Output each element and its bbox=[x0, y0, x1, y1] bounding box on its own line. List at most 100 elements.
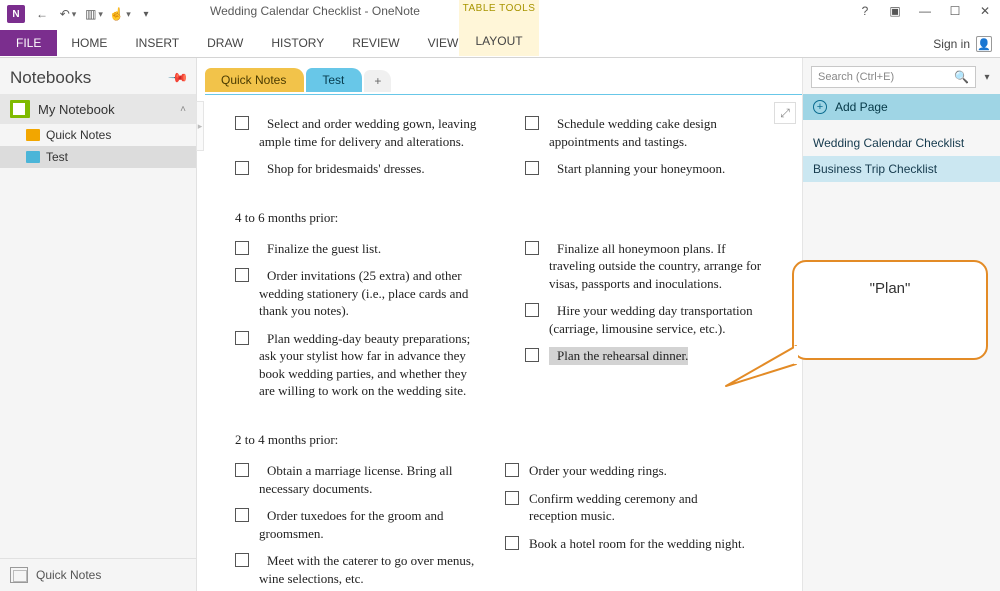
search-icon[interactable]: 🔍 bbox=[954, 70, 969, 84]
notebooks-panel: Notebooks 📌 My Notebook ˄ Quick Notes Te… bbox=[0, 58, 197, 591]
tab-history[interactable]: HISTORY bbox=[257, 30, 338, 56]
check-item[interactable]: Confirm wedding ceremony and reception m… bbox=[505, 490, 745, 525]
back-button[interactable]: ← bbox=[30, 2, 54, 26]
section-tab-new[interactable]: + bbox=[364, 70, 391, 92]
check-item[interactable]: Finalize all honeymoon plans. If traveli… bbox=[525, 240, 775, 293]
maximize-button[interactable]: ☐ bbox=[940, 0, 970, 22]
section-tab-test[interactable]: Test bbox=[306, 68, 362, 92]
callout-pointer-icon bbox=[736, 334, 816, 394]
titlebar: N ← ↶▾ ▥▾ ☝▾ ▾ Wedding Calendar Checklis… bbox=[0, 0, 1000, 58]
checkbox[interactable] bbox=[235, 268, 249, 282]
search-scope-dropdown[interactable]: ▾ bbox=[980, 66, 994, 88]
add-page-button[interactable]: + Add Page bbox=[803, 94, 1000, 120]
check-item[interactable]: Hire your wedding day transportation (ca… bbox=[525, 302, 775, 337]
tab-review[interactable]: REVIEW bbox=[338, 30, 413, 56]
check-item[interactable]: Book a hotel room for the wedding night. bbox=[505, 535, 745, 553]
checkbox[interactable] bbox=[235, 463, 249, 477]
check-text: Meet with the caterer to go over menus, … bbox=[259, 552, 485, 587]
checkbox[interactable] bbox=[235, 553, 249, 567]
section-icon bbox=[26, 151, 40, 163]
check-item[interactable]: Order invitations (25 extra) and other w… bbox=[235, 267, 485, 320]
check-text: Order your wedding rings. bbox=[529, 462, 667, 480]
checkbox[interactable] bbox=[235, 331, 249, 345]
section-icon bbox=[26, 129, 40, 141]
check-text-highlighted: Plan the rehearsal dinner. bbox=[549, 347, 688, 365]
tab-view[interactable]: VIEW bbox=[414, 30, 473, 56]
checkbox[interactable] bbox=[505, 463, 519, 477]
window-title: Wedding Calendar Checklist - OneNote bbox=[210, 4, 420, 18]
check-item[interactable]: Obtain a marriage license. Bring all nec… bbox=[235, 462, 485, 497]
check-text: Order tuxedoes for the groom and groomsm… bbox=[259, 507, 485, 542]
search-placeholder: Search (Ctrl+E) bbox=[818, 71, 894, 83]
ribbon-tabs: FILE HOME INSERT DRAW HISTORY REVIEW VIE… bbox=[0, 26, 472, 56]
check-text: Obtain a marriage license. Bring all nec… bbox=[259, 462, 485, 497]
checkbox[interactable] bbox=[525, 348, 539, 362]
notebooks-title: Notebooks bbox=[10, 68, 91, 88]
check-item[interactable]: Order your wedding rings. bbox=[505, 462, 745, 480]
quick-notes-footer[interactable]: Quick Notes bbox=[0, 558, 196, 591]
check-text: Hire your wedding day transportation (ca… bbox=[549, 302, 775, 337]
add-page-label: Add Page bbox=[835, 100, 888, 114]
check-item[interactable]: Shop for bridesmaids' dresses. bbox=[235, 160, 485, 178]
check-text: Confirm wedding ceremony and reception m… bbox=[529, 490, 745, 525]
check-text: Finalize the guest list. bbox=[259, 240, 381, 258]
checkbox[interactable] bbox=[505, 491, 519, 505]
sign-in[interactable]: Sign in 👤 bbox=[933, 36, 992, 52]
tab-insert[interactable]: INSERT bbox=[121, 30, 193, 56]
checkbox[interactable] bbox=[525, 241, 539, 255]
check-item[interactable]: Start planning your honeymoon. bbox=[525, 160, 775, 178]
touch-button[interactable]: ☝▾ bbox=[108, 2, 132, 26]
checkbox[interactable] bbox=[525, 303, 539, 317]
checkbox[interactable] bbox=[235, 116, 249, 130]
window-controls: ? ▣ — ☐ ✕ bbox=[850, 0, 1000, 22]
check-item[interactable]: Order tuxedoes for the groom and groomsm… bbox=[235, 507, 485, 542]
annotation-callout: "Plan" bbox=[792, 260, 988, 360]
chevron-up-icon: ˄ bbox=[180, 104, 186, 115]
checkbox[interactable] bbox=[525, 161, 539, 175]
context-tab-group: TABLE TOOLS bbox=[459, 0, 539, 14]
check-item[interactable]: Schedule wedding cake design appointment… bbox=[525, 115, 775, 150]
check-text: Schedule wedding cake design appointment… bbox=[549, 115, 775, 150]
callout-text: "Plan" bbox=[870, 280, 911, 297]
section-tab-quick-notes[interactable]: Quick Notes bbox=[205, 68, 304, 92]
pin-icon[interactable]: 📌 bbox=[167, 67, 190, 90]
notebook-name: My Notebook bbox=[38, 102, 115, 117]
check-text: Start planning your honeymoon. bbox=[549, 160, 725, 178]
check-text: Select and order wedding gown, leaving a… bbox=[259, 115, 485, 150]
sign-in-label: Sign in bbox=[933, 37, 970, 51]
checkbox[interactable] bbox=[235, 241, 249, 255]
checkbox[interactable] bbox=[235, 508, 249, 522]
notebook-item[interactable]: My Notebook ˄ bbox=[0, 94, 196, 124]
check-item[interactable]: Finalize the guest list. bbox=[235, 240, 485, 258]
check-item[interactable]: Meet with the caterer to go over menus, … bbox=[235, 552, 485, 587]
search-input[interactable]: Search (Ctrl+E) 🔍 bbox=[811, 66, 976, 88]
qat-customize[interactable]: ▾ bbox=[134, 2, 158, 26]
checkbox[interactable] bbox=[235, 161, 249, 175]
app-icon[interactable]: N bbox=[4, 2, 28, 26]
section-test[interactable]: Test bbox=[0, 146, 196, 168]
check-text: Book a hotel room for the wedding night. bbox=[529, 535, 745, 553]
section-label: Test bbox=[46, 150, 68, 164]
ribbon-display-button[interactable]: ▣ bbox=[880, 0, 910, 22]
checkbox[interactable] bbox=[525, 116, 539, 130]
section-tabs: Quick Notes Test + bbox=[205, 68, 393, 92]
notebooks-header: Notebooks 📌 bbox=[0, 58, 196, 94]
checkbox[interactable] bbox=[505, 536, 519, 550]
undo-button[interactable]: ↶▾ bbox=[56, 2, 80, 26]
avatar-icon: 👤 bbox=[976, 36, 992, 52]
check-item[interactable]: Select and order wedding gown, leaving a… bbox=[235, 115, 485, 150]
tab-home[interactable]: HOME bbox=[57, 30, 121, 56]
page-item[interactable]: Business Trip Checklist bbox=[803, 156, 1000, 182]
dock-button[interactable]: ▥▾ bbox=[82, 2, 106, 26]
tab-draw[interactable]: DRAW bbox=[193, 30, 257, 56]
file-tab[interactable]: FILE bbox=[0, 30, 57, 56]
check-item[interactable]: Plan wedding-day beauty preparations; as… bbox=[235, 330, 485, 400]
check-text: Order invitations (25 extra) and other w… bbox=[259, 267, 485, 320]
section-label: Quick Notes bbox=[46, 128, 111, 142]
page-item[interactable]: Wedding Calendar Checklist bbox=[803, 130, 1000, 156]
close-button[interactable]: ✕ bbox=[970, 0, 1000, 22]
help-button[interactable]: ? bbox=[850, 0, 880, 22]
section-quick-notes[interactable]: Quick Notes bbox=[0, 124, 196, 146]
minimize-button[interactable]: — bbox=[910, 0, 940, 22]
panel-collapse-handle[interactable]: ▸ bbox=[196, 101, 204, 151]
